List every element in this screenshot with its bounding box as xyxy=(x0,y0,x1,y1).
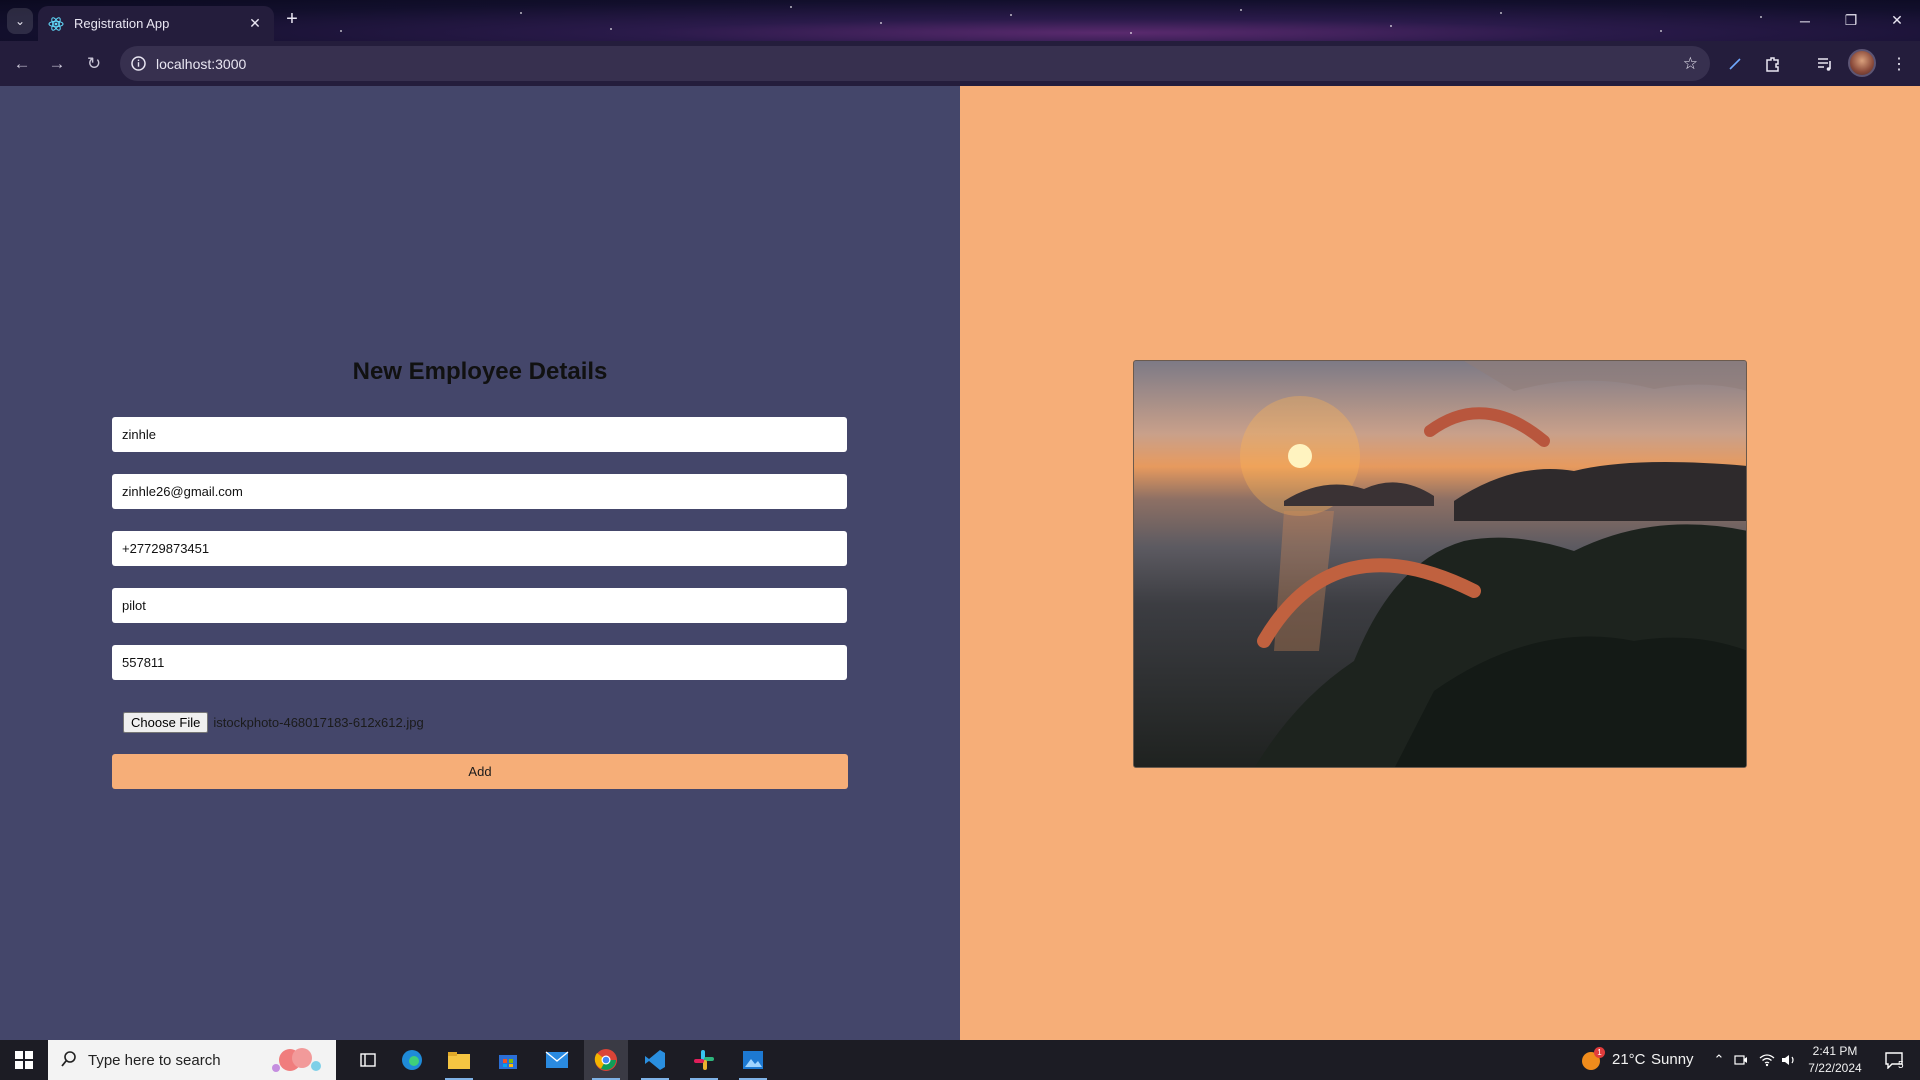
chrome-icon xyxy=(594,1049,617,1071)
vscode-app[interactable] xyxy=(633,1040,677,1080)
tab-registration-app[interactable]: Registration App ✕ xyxy=(38,6,274,41)
form-pane: New Employee Details zinhle zinhle26@gma… xyxy=(0,86,960,1040)
restore-button[interactable]: ❐ xyxy=(1828,0,1874,41)
url-text: localhost:3000 xyxy=(156,55,247,72)
background-star xyxy=(1240,9,1242,11)
edge-icon xyxy=(402,1050,422,1070)
mail-icon xyxy=(545,1051,569,1068)
arrow-right-icon: → xyxy=(48,54,66,73)
employee-id-input[interactable]: 557811 xyxy=(112,645,847,680)
search-icon xyxy=(61,1051,76,1067)
taskbar-clock[interactable]: 2:41 PM 7/22/2024 xyxy=(1800,1043,1870,1077)
form-title: New Employee Details xyxy=(352,358,608,385)
background-star xyxy=(1390,25,1392,27)
background-star xyxy=(610,28,612,30)
reload-button[interactable]: ↻ xyxy=(79,49,109,79)
windows-taskbar: Type here to search 1 21°C Sunny ⌃ 2:41 … xyxy=(0,1040,1920,1080)
close-window-button[interactable]: ✕ xyxy=(1874,0,1920,41)
chevron-down-icon: ⌄ xyxy=(14,14,26,28)
email-input[interactable]: zinhle26@gmail.com xyxy=(112,474,847,509)
search-highlight-icon xyxy=(272,1048,321,1072)
tab-search-button[interactable]: ⌄ xyxy=(7,8,33,34)
task-view-icon xyxy=(360,1053,376,1067)
kebab-menu-icon[interactable]: ⋮ xyxy=(1886,51,1912,77)
background-star xyxy=(1500,12,1502,14)
name-input[interactable]: zinhle xyxy=(112,417,847,452)
file-upload: Choose File istockphoto-468017183-612x61… xyxy=(123,712,424,733)
notification-center-button[interactable]: 5 xyxy=(1874,1040,1914,1080)
new-tab-button[interactable]: + xyxy=(281,9,303,31)
weather-widget[interactable]: 1 xyxy=(1578,1040,1605,1080)
start-button[interactable] xyxy=(0,1040,48,1080)
windows-logo-icon xyxy=(15,1051,33,1069)
background-star xyxy=(790,6,792,8)
minimize-button[interactable]: ─ xyxy=(1782,0,1828,41)
page-content: New Employee Details zinhle zinhle26@gma… xyxy=(0,86,1920,1040)
site-info-icon[interactable] xyxy=(130,55,147,72)
photos-icon xyxy=(743,1051,763,1069)
background-star xyxy=(1760,16,1762,18)
address-bar[interactable]: localhost:3000 ☆ xyxy=(120,46,1710,81)
react-icon xyxy=(48,16,64,32)
slack-app[interactable] xyxy=(682,1040,726,1080)
chrome-app[interactable] xyxy=(584,1040,628,1080)
browser-tabstrip: ⌄ Registration App ✕ + ─ ❐ ✕ xyxy=(0,0,1920,41)
taskbar-search[interactable]: Type here to search xyxy=(48,1040,336,1080)
profile-avatar[interactable] xyxy=(1848,49,1876,77)
task-view-button[interactable] xyxy=(346,1040,390,1080)
tab-close-icon[interactable]: ✕ xyxy=(246,15,264,33)
media-controls-icon[interactable] xyxy=(1812,51,1838,77)
phone-input[interactable]: +27729873451 xyxy=(112,531,847,566)
image-pane xyxy=(960,86,1920,1040)
store-icon xyxy=(499,1055,517,1069)
clock-date: 7/22/2024 xyxy=(1808,1061,1862,1075)
browser-toolbar: ← → ↻ localhost:3000 ☆ ⋮ xyxy=(0,41,1920,86)
folder-icon xyxy=(448,1052,470,1069)
background-star xyxy=(520,12,522,14)
extensions-puzzle-icon[interactable] xyxy=(1760,51,1786,77)
arrow-left-icon: ← xyxy=(13,54,31,73)
forward-button[interactable]: → xyxy=(42,49,72,79)
notification-count: 5 xyxy=(1898,1060,1904,1071)
weather-temp: 21°C xyxy=(1612,1051,1646,1068)
store-app[interactable] xyxy=(486,1040,530,1080)
position-input[interactable]: pilot xyxy=(112,588,847,623)
file-explorer-app[interactable] xyxy=(437,1040,481,1080)
background-star xyxy=(340,30,342,32)
vscode-icon xyxy=(645,1050,665,1070)
weather-badge: 1 xyxy=(1594,1047,1605,1058)
search-placeholder: Type here to search xyxy=(88,1051,221,1069)
employee-photo xyxy=(1133,360,1747,768)
choose-file-button[interactable]: Choose File xyxy=(123,712,209,733)
edge-app[interactable] xyxy=(390,1040,434,1080)
extension-pen-icon[interactable] xyxy=(1722,51,1748,77)
show-hidden-icons-chevron-icon[interactable]: ⌃ xyxy=(1707,1040,1731,1080)
background-star xyxy=(1130,32,1132,34)
meet-now-icon[interactable] xyxy=(1730,1040,1752,1080)
file-name-text: istockphoto-468017183-612x612.jpg xyxy=(213,715,424,730)
clock-time: 2:41 PM xyxy=(1812,1044,1858,1058)
volume-icon[interactable] xyxy=(1778,1040,1800,1080)
background-star xyxy=(1010,14,1012,16)
add-button[interactable]: Add xyxy=(112,754,848,789)
photos-app[interactable] xyxy=(731,1040,775,1080)
background-star xyxy=(880,22,882,24)
bookmark-star-icon[interactable]: ☆ xyxy=(1683,54,1698,74)
back-button[interactable]: ← xyxy=(7,49,37,79)
wifi-icon[interactable] xyxy=(1756,1040,1778,1080)
tab-title: Registration App xyxy=(74,16,170,31)
slack-icon xyxy=(694,1050,714,1070)
weather-text: Sunny xyxy=(1651,1051,1694,1068)
mail-app[interactable] xyxy=(535,1040,579,1080)
reload-icon: ↻ xyxy=(86,54,102,73)
background-star xyxy=(1660,30,1662,32)
